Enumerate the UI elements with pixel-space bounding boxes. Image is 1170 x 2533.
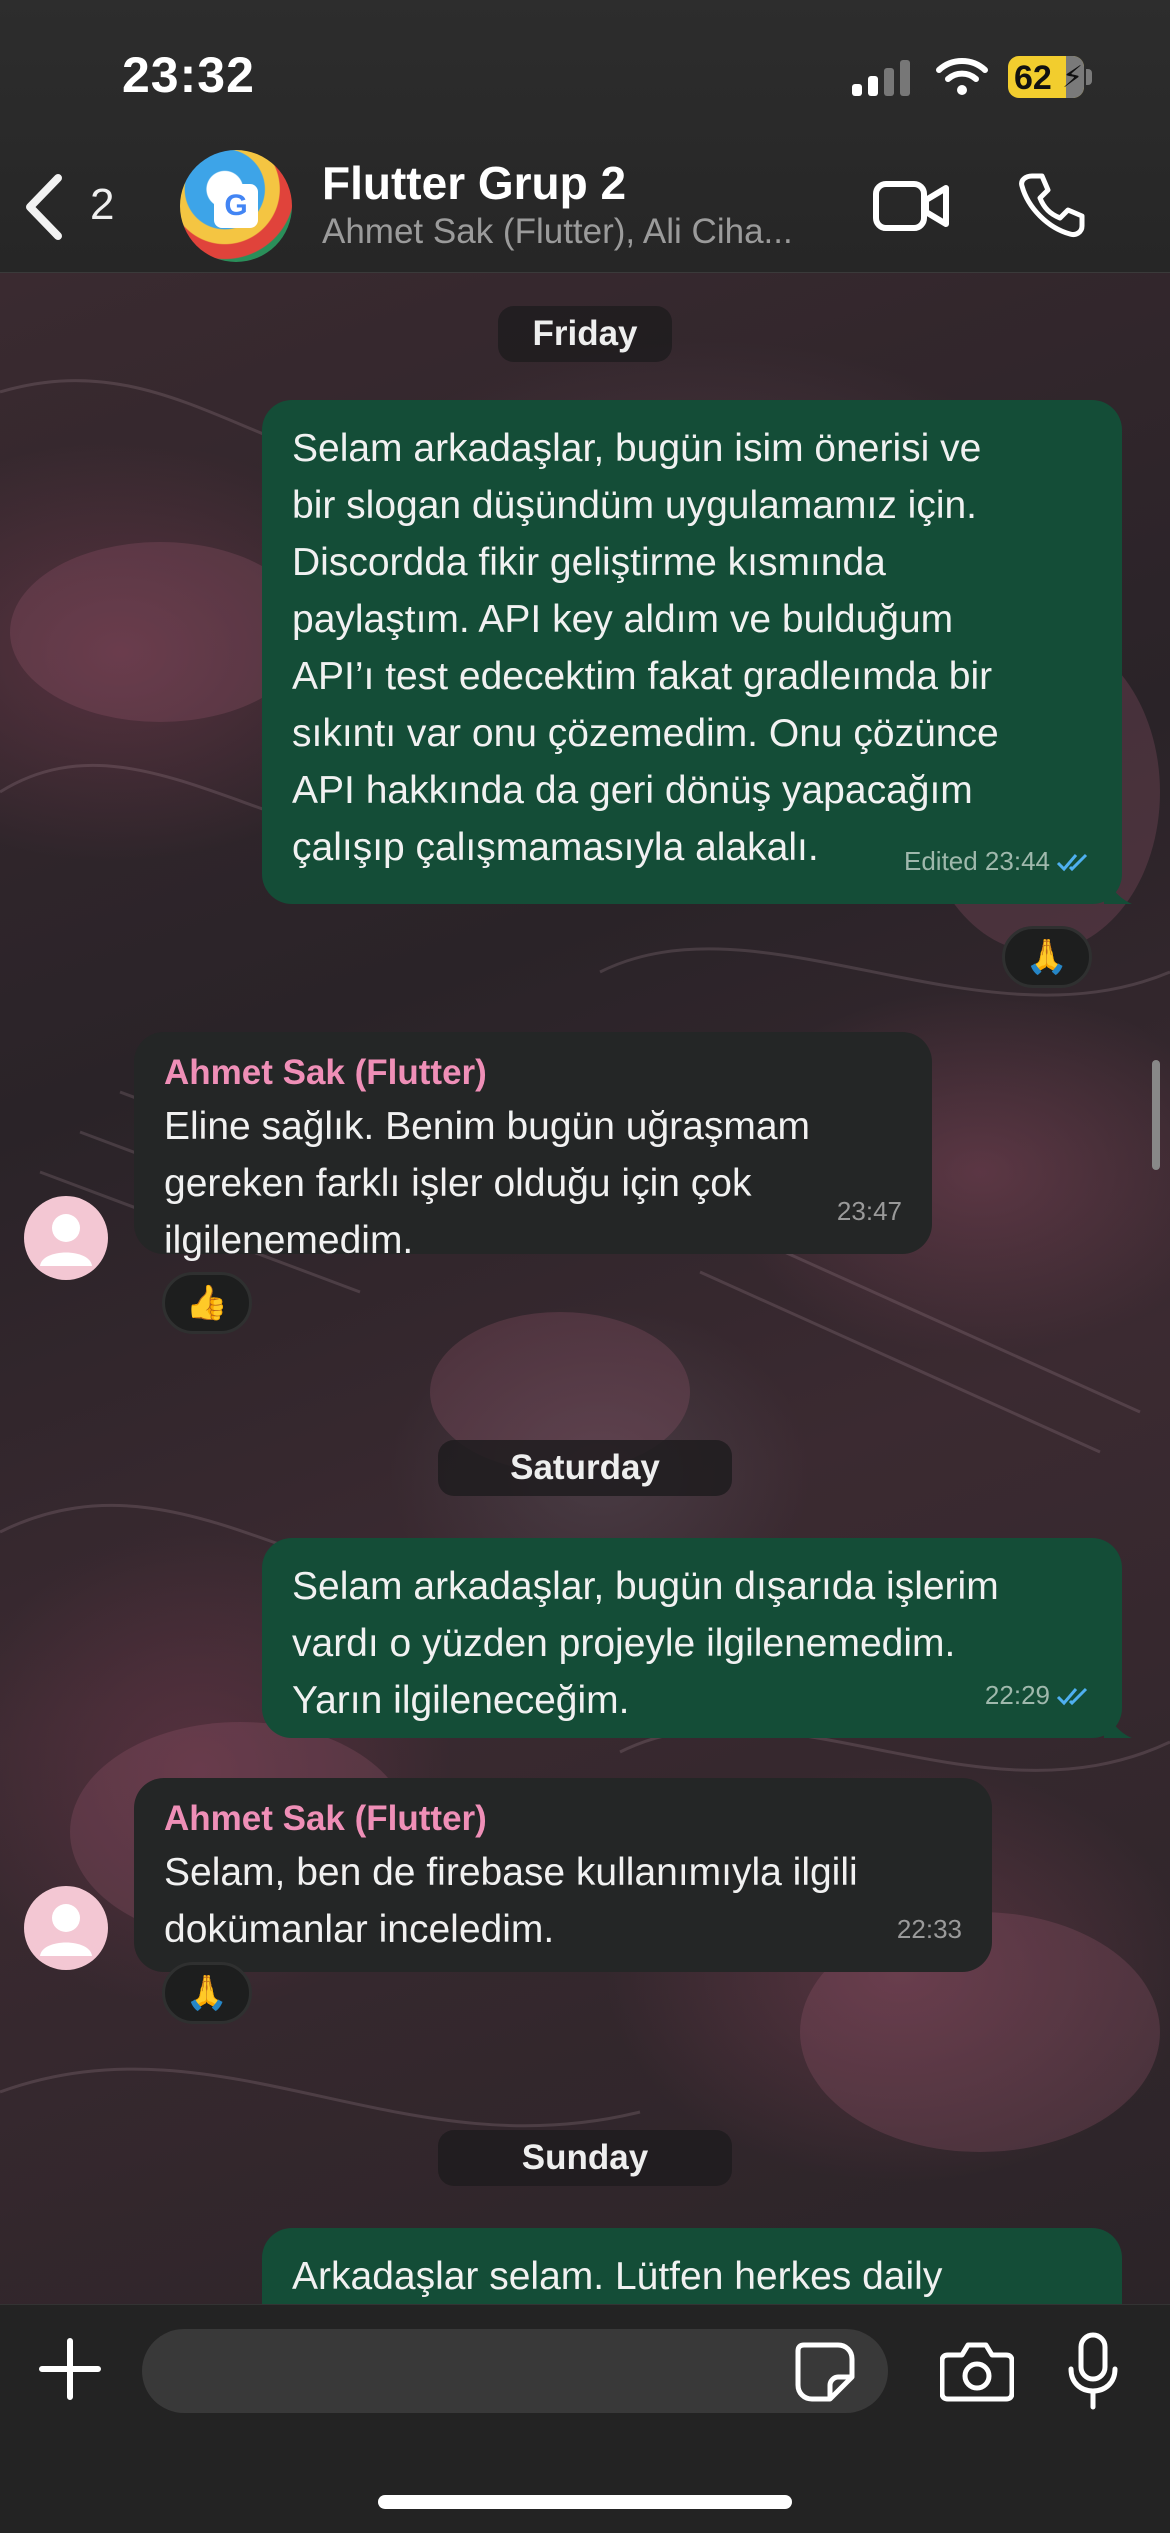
message-text: Selam arkadaşlar, bugün isim önerisi ve … [292,427,999,869]
person-icon [40,1214,92,1266]
read-receipt-icon [1056,853,1088,871]
date-separator-saturday: Saturday [438,1440,732,1496]
sender-avatar[interactable] [24,1196,108,1280]
message-meta: 23:47 [837,1183,902,1240]
scroll-indicator[interactable] [1152,1060,1160,1170]
reaction-badge[interactable]: 🙏 [162,1962,252,2024]
message-meta: 22:29 [985,1667,1092,1724]
chat-header: 23:32 62 ⚡ 2 G Flutter Grup 2 Ahmet Sak … [0,0,1170,273]
message-time: 22:29 [984,1680,1050,1710]
outgoing-message[interactable]: Selam arkadaşlar, bugün isim önerisi ve … [262,400,1122,904]
sender-name[interactable]: Ahmet Sak (Flutter) [164,1048,902,1098]
sender-avatar[interactable] [24,1886,108,1970]
message-text: Selam arkadaşlar, bugün dışarıda işlerim… [292,1565,999,1722]
message-composer [0,2304,1170,2533]
video-call-icon[interactable] [872,178,950,234]
date-separator-sunday: Sunday [438,2130,732,2186]
sticker-icon[interactable] [794,2341,856,2403]
read-receipt-icon [1056,1687,1088,1705]
bubble-tail [1104,1710,1132,1738]
home-indicator[interactable] [378,2495,792,2509]
message-list[interactable]: Friday Selam arkadaşlar, bugün isim öner… [0,272,1170,2460]
message-text: Arkadaşlar selam. Lütfen herkes daily [292,2255,943,2298]
message-time: 23:47 [836,1196,902,1226]
message-time: Edited 23:44 [903,846,1050,876]
outgoing-message[interactable]: Selam arkadaşlar, bugün dışarıda işlerim… [262,1538,1122,1738]
wifi-icon [936,58,988,95]
back-chevron-icon[interactable] [20,172,70,242]
bubble-tail [1104,876,1132,904]
incoming-message[interactable]: Ahmet Sak (Flutter) Eline sağlık. Benim … [134,1032,932,1262]
reaction-badge[interactable]: 🙏 [1002,926,1092,988]
message-text: Selam, ben de firebase kullanımıyla ilgi… [164,1851,858,1951]
attach-plus-icon[interactable] [38,2337,102,2401]
message-text: Eline sağlık. Benim bugün uğraşmam gerek… [164,1105,810,1262]
date-separator-friday: Friday [498,306,672,362]
message-time: 22:33 [896,1914,962,1944]
battery-level: 62 [1014,59,1052,97]
group-avatar[interactable]: G [180,150,292,262]
message-meta: Edited 23:44 [904,833,1092,890]
phone-call-icon[interactable] [1018,170,1086,238]
person-icon [40,1904,92,1956]
charging-bolt-icon: ⚡ [1062,61,1084,94]
battery-indicator: 62 ⚡ [1008,56,1094,98]
sender-name[interactable]: Ahmet Sak (Flutter) [164,1794,962,1844]
message-input[interactable] [142,2329,888,2413]
reaction-badge[interactable]: 👍 [162,1272,252,1334]
status-time: 23:32 [122,47,255,103]
message-meta: 22:33 [897,1901,962,1958]
unread-chats-count[interactable]: 2 [90,180,114,230]
incoming-message[interactable]: Ahmet Sak (Flutter) Selam, ben de fireba… [134,1778,992,1972]
cellular-signal-icon [852,60,910,96]
chat-participants[interactable]: Ahmet Sak (Flutter), Ali Ciha... [322,212,793,252]
group-avatar-logo-icon: G [214,184,258,228]
chat-title[interactable]: Flutter Grup 2 [322,156,626,210]
camera-icon[interactable] [940,2339,1014,2403]
microphone-icon[interactable] [1066,2331,1120,2411]
